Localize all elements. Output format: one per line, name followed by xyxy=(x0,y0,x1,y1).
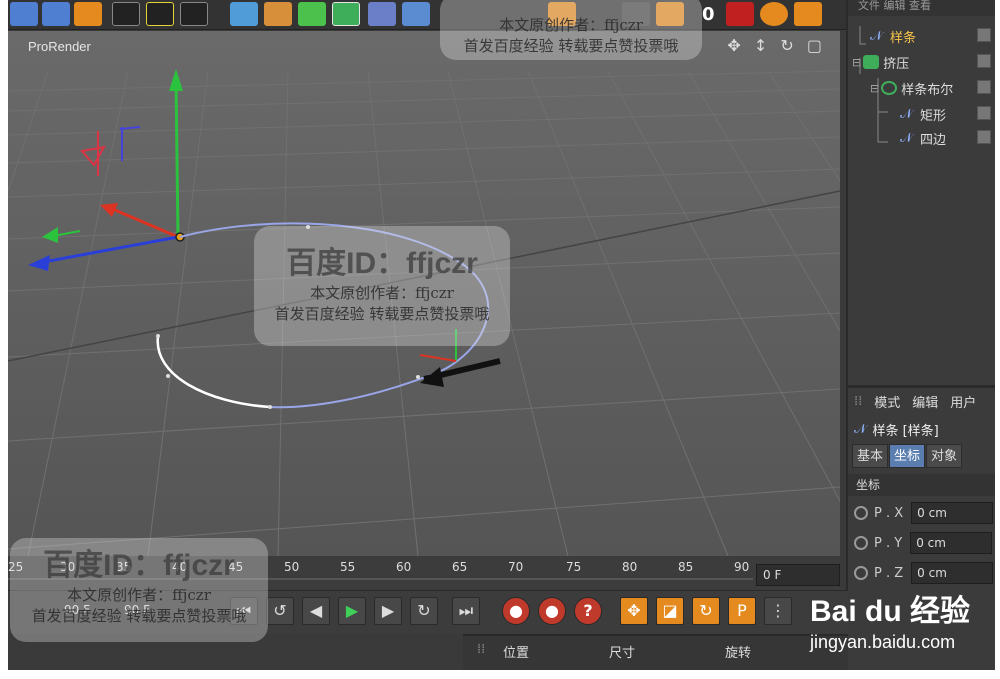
object-manager: 文件 编辑 查看 𝒩 样条 ⊟ 挤压 ⊟ 样条布尔 𝒩 矩形 𝒩 四边 xyxy=(846,0,995,385)
position-label: 位置 xyxy=(503,646,530,661)
timeline-tick: 90 xyxy=(734,560,750,574)
rotation-label: 旋转 xyxy=(725,646,752,661)
render-view-icon[interactable] xyxy=(112,2,140,26)
grip-icon: ⁞⁞ xyxy=(854,393,863,409)
expand-icon[interactable]: ⊟ xyxy=(852,56,861,69)
tab-object[interactable]: 对象 xyxy=(926,444,963,468)
scale-key-icon[interactable]: ◪ xyxy=(656,597,684,625)
visibility-toggle[interactable] xyxy=(977,28,991,42)
visibility-toggle[interactable] xyxy=(977,130,991,144)
current-frame-field[interactable]: 0 F xyxy=(756,564,840,586)
object-item-rectangle[interactable]: 𝒩 矩形 xyxy=(900,102,946,126)
render-picture-viewer-icon[interactable] xyxy=(146,2,174,26)
timeline-tick: 75 xyxy=(566,560,582,574)
watermark-center: 百度ID：ffjczr 本文原创作者：ffjczr 首发百度经验 转载要点赞投票… xyxy=(254,226,510,346)
timeline-tick: 80 xyxy=(622,560,638,574)
object-item-quad[interactable]: 𝒩 四边 xyxy=(900,126,946,150)
coord-row-py: P . Y 0 cm xyxy=(848,530,995,556)
spline-icon: 𝒩 xyxy=(900,107,913,122)
watermark-bottom: 百度ID：ffjczr 本文原创作者：ffjczr 首发百度经验 转载要点赞投票… xyxy=(10,538,268,642)
previous-key-icon[interactable]: ↺ xyxy=(266,597,294,625)
tab-basic[interactable]: 基本 xyxy=(852,444,889,468)
coord-px-field[interactable]: 0 cm xyxy=(911,502,994,524)
menu-edit[interactable]: 编辑 xyxy=(912,392,938,411)
spline-icon: 𝒩 xyxy=(854,421,867,437)
arrow-down-icon[interactable] xyxy=(726,2,754,26)
coord-label: P . Y xyxy=(874,535,903,551)
counter-label: 0 xyxy=(702,4,715,25)
timeline-tick: 70 xyxy=(508,560,524,574)
floor-icon[interactable] xyxy=(402,2,430,26)
rotate-key-icon[interactable]: ↻ xyxy=(692,597,720,625)
animate-radio[interactable] xyxy=(854,506,868,520)
baidu-jingyan-logo: Bai du 经验 jingyan.baidu.com xyxy=(809,595,970,652)
object-item-extrude[interactable]: ⊟ 挤压 xyxy=(852,50,909,74)
cube-icon[interactable] xyxy=(230,2,258,26)
keyframe-selection-icon[interactable]: ? xyxy=(574,597,602,625)
animate-radio[interactable] xyxy=(854,566,868,580)
timeline-tick: 60 xyxy=(396,560,412,574)
animate-radio[interactable] xyxy=(854,536,868,550)
pen-icon[interactable] xyxy=(264,2,292,26)
redo-icon[interactable] xyxy=(42,2,70,26)
visibility-toggle[interactable] xyxy=(977,80,991,94)
timeline-tick: 85 xyxy=(678,560,694,574)
object-manager-menu[interactable]: 文件 编辑 查看 xyxy=(848,0,995,16)
extrude-icon xyxy=(863,55,880,69)
record-key-icon[interactable]: ● xyxy=(502,597,530,625)
render-settings-icon[interactable] xyxy=(180,2,208,26)
point-level-icon[interactable]: ⋮ xyxy=(764,597,792,625)
timeline-tick: 65 xyxy=(452,560,468,574)
next-key-icon[interactable]: ↻ xyxy=(410,597,438,625)
coord-label: P . Z xyxy=(874,565,904,581)
timeline-tick: 50 xyxy=(284,560,300,574)
coordinates-panel: ⁞⁞ 位置 尺寸 旋转 xyxy=(463,634,848,670)
size-label: 尺寸 xyxy=(609,646,636,661)
object-item-spline[interactable]: 𝒩 样条 xyxy=(870,24,916,48)
previous-frame-icon[interactable]: ◀ xyxy=(302,597,330,625)
coord-py-field[interactable]: 0 cm xyxy=(910,532,993,554)
viewport-navigation-icons[interactable]: ✥ ↕ ↻ ▢ xyxy=(727,36,826,55)
main-toolbar: 0 xyxy=(8,0,848,30)
play-icon[interactable]: ▶ xyxy=(338,597,366,625)
expand-icon[interactable]: ⊟ xyxy=(870,82,879,95)
next-frame-icon[interactable]: ▶ xyxy=(374,597,402,625)
tools-icon[interactable] xyxy=(794,2,822,26)
coord-row-pz: P . Z 0 cm xyxy=(848,560,995,586)
script-icon[interactable] xyxy=(760,2,788,26)
autokey-icon[interactable]: ● xyxy=(538,597,566,625)
spline-boolean-icon xyxy=(881,81,898,95)
tab-coordinates[interactable]: 坐标 xyxy=(889,444,926,468)
nurbs-icon[interactable] xyxy=(298,2,326,26)
visibility-toggle[interactable] xyxy=(977,106,991,120)
object-title: 样条 [样条] xyxy=(872,423,939,439)
array-icon[interactable] xyxy=(332,2,360,26)
grip-icon: ⁞⁞ xyxy=(477,642,486,657)
menu-mode[interactable]: 模式 xyxy=(874,392,900,411)
object-title-row: 𝒩 样条 [样条] xyxy=(848,414,995,444)
attribute-menu: ⁞⁞ 模式 编辑 用户 xyxy=(848,388,995,414)
viewport-title: ProRender xyxy=(28,39,91,54)
menu-user[interactable]: 用户 xyxy=(950,392,976,411)
undo-icon[interactable] xyxy=(10,2,38,26)
attribute-tabs: 基本 坐标 对象 xyxy=(848,444,995,468)
section-header: 坐标 xyxy=(848,474,995,496)
live-selection-icon[interactable] xyxy=(74,2,102,26)
go-to-end-icon[interactable]: ⏭ xyxy=(452,597,480,625)
timeline-tick: 55 xyxy=(340,560,356,574)
deformer-icon[interactable] xyxy=(368,2,396,26)
coord-pz-field[interactable]: 0 cm xyxy=(911,562,994,584)
move-key-icon[interactable]: ✥ xyxy=(620,597,648,625)
coord-label: P . X xyxy=(874,505,904,521)
spline-icon: 𝒩 xyxy=(900,131,913,146)
object-item-spline-boolean[interactable]: ⊟ 样条布尔 xyxy=(870,76,953,100)
visibility-toggle[interactable] xyxy=(977,54,991,68)
watermark-top: 本文原创作者：ffjczr 首发百度经验 转载要点赞投票哦 xyxy=(440,0,702,60)
spline-icon: 𝒩 xyxy=(870,29,883,44)
parameter-key-icon[interactable]: P xyxy=(728,597,756,625)
coord-row-px: P . X 0 cm xyxy=(848,500,995,526)
